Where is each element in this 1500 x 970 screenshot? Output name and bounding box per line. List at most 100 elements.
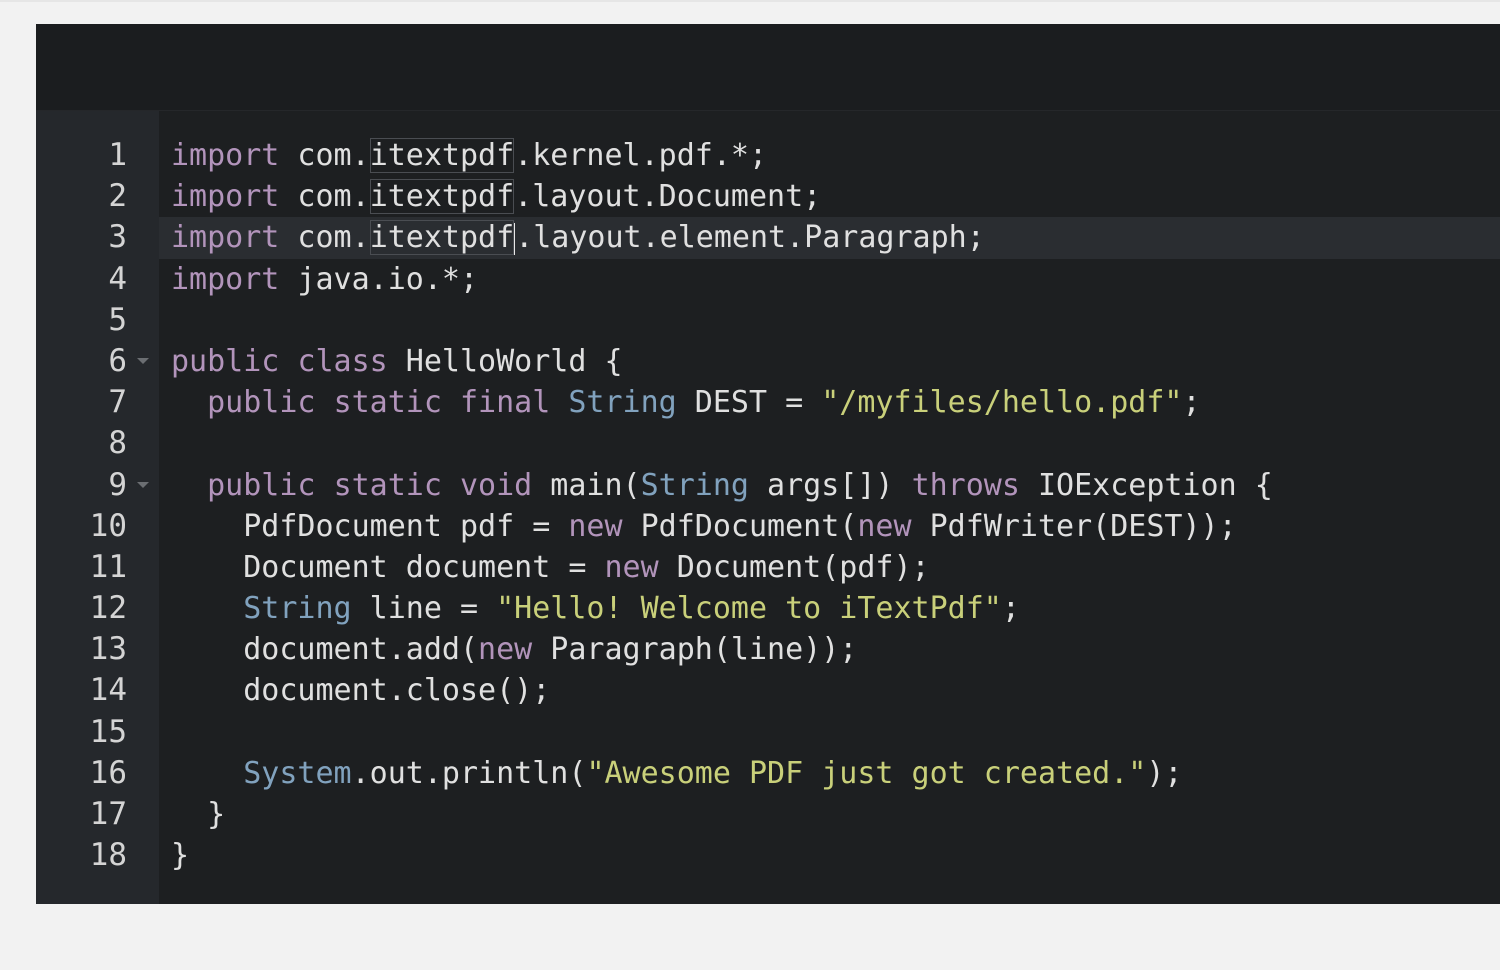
code-token: ;	[1001, 591, 1020, 627]
line-number-row: 14	[36, 670, 159, 711]
line-number-row: 3	[36, 217, 159, 258]
code-token: void	[460, 467, 533, 503]
code-line[interactable]: document.add(new Paragraph(line));	[159, 629, 1500, 670]
code-line[interactable]: Document document = new Document(pdf);	[159, 547, 1500, 588]
line-number-row: 12	[36, 588, 159, 629]
code-token: "/myfiles/hello.pdf"	[821, 385, 1183, 421]
line-number-row: 8	[36, 423, 159, 464]
line-number-row: 13	[36, 629, 159, 670]
code-line[interactable]	[159, 712, 1500, 753]
line-number: 7	[108, 384, 127, 421]
code-line[interactable]	[159, 300, 1500, 341]
code-token: );	[1146, 755, 1183, 791]
code-token: ;	[1182, 385, 1201, 421]
highlighted-token: itextpdf	[369, 179, 515, 215]
code-token: line =	[351, 591, 497, 627]
code-token: new	[478, 632, 533, 668]
code-token: java.io.*;	[279, 261, 479, 297]
highlighted-token: itextpdf	[369, 138, 515, 173]
line-number: 17	[89, 796, 127, 832]
fold-arrow-icon[interactable]	[137, 481, 149, 488]
code-line[interactable]: document.close();	[159, 670, 1500, 711]
code-token: DEST =	[676, 385, 822, 421]
line-number-row: 11	[36, 547, 159, 588]
line-number-row: 2	[36, 176, 159, 217]
code-token: new	[857, 508, 912, 544]
line-number-row: 10	[36, 506, 159, 547]
line-number: 15	[89, 713, 127, 750]
code-token: final	[460, 385, 551, 421]
line-number-row: 16	[36, 753, 159, 794]
line-number: 6	[108, 342, 127, 379]
line-number-row: 4	[36, 259, 159, 300]
code-token: HelloWorld {	[387, 343, 623, 379]
line-number-row: 5	[36, 300, 159, 341]
code-token: public	[207, 467, 316, 503]
code-token: public	[207, 385, 316, 421]
code-line[interactable]: }	[159, 794, 1500, 835]
line-number-row: 9	[36, 465, 159, 506]
code-line[interactable]: public static final String DEST = "/myfi…	[159, 382, 1500, 423]
code-line[interactable]: public static void main(String args[]) t…	[159, 465, 1500, 506]
code-token: document.add(	[171, 632, 479, 668]
code-token: import	[171, 179, 280, 215]
line-number: 11	[89, 548, 127, 585]
line-number: 3	[108, 219, 127, 256]
line-number: 4	[108, 260, 127, 297]
code-token: throws	[911, 467, 1020, 503]
line-number: 12	[89, 590, 127, 627]
line-number: 14	[89, 672, 127, 709]
code-token: String	[568, 385, 677, 421]
code-line[interactable]: String line = "Hello! Welcome to iTextPd…	[159, 588, 1500, 629]
code-token: }	[171, 797, 226, 832]
code-token: .layout.element.Paragraph;	[515, 220, 985, 256]
code-token: document.close();	[171, 673, 551, 709]
line-numbers: 1 2 3 4 5 6 7 8 9 10 11 12 13 14 15 16 17 18	[36, 135, 159, 876]
code-lines[interactable]: import com.itextpdf.kernel.pdf.*; import …	[159, 135, 1500, 876]
line-number-row: 17	[36, 794, 159, 835]
code-token: Document(pdf);	[658, 549, 930, 585]
code-token: String	[640, 467, 749, 503]
highlighted-token: itextpdf	[369, 220, 515, 256]
line-number: 1	[108, 137, 127, 173]
line-number: 2	[108, 178, 127, 215]
line-number-row: 15	[36, 712, 159, 753]
code-line[interactable]: import com.itextpdf.layout.element.Parag…	[159, 217, 1500, 259]
line-number-row: 7	[36, 382, 159, 423]
code-token: .out.println(	[351, 755, 587, 791]
code-line[interactable]: System.out.println("Awesome PDF just got…	[159, 753, 1500, 794]
code-token: "Awesome PDF just got created."	[586, 755, 1147, 791]
line-number-gutter: 1 2 3 4 5 6 7 8 9 10 11 12 13 14 15 16 17 18	[36, 111, 159, 904]
code-line[interactable]: public class HelloWorld {	[159, 341, 1500, 382]
line-number: 13	[89, 631, 127, 668]
line-number: 18	[89, 837, 127, 874]
line-number: 8	[108, 425, 127, 462]
code-line[interactable]: }	[159, 835, 1500, 876]
code-content-area[interactable]: import com.itextpdf.kernel.pdf.*; import …	[159, 111, 1500, 904]
code-line[interactable]: import com.itextpdf.kernel.pdf.*;	[159, 135, 1500, 176]
line-number-row: 18	[36, 835, 159, 876]
code-token: System	[243, 755, 352, 791]
code-editor[interactable]: 1 2 3 4 5 6 7 8 9 10 11 12 13 14 15 16 17 18 import com.i…	[36, 24, 1500, 904]
code-line[interactable]: PdfDocument pdf = new PdfDocument(new Pd…	[159, 506, 1500, 547]
code-token: Paragraph(line));	[532, 632, 858, 668]
code-token: Document document =	[171, 549, 605, 585]
fold-arrow-icon[interactable]	[137, 357, 149, 364]
code-line[interactable]: import com.itextpdf.layout.Document;	[159, 176, 1500, 217]
editor-header-bar	[36, 24, 1500, 111]
code-token: import	[171, 138, 280, 173]
code-token: PdfWriter(DEST));	[911, 508, 1237, 544]
line-number-row: 6	[36, 341, 159, 382]
code-token: new	[568, 508, 623, 544]
code-line[interactable]: import java.io.*;	[159, 259, 1500, 300]
code-token: import	[171, 261, 280, 297]
code-line[interactable]	[159, 423, 1500, 464]
